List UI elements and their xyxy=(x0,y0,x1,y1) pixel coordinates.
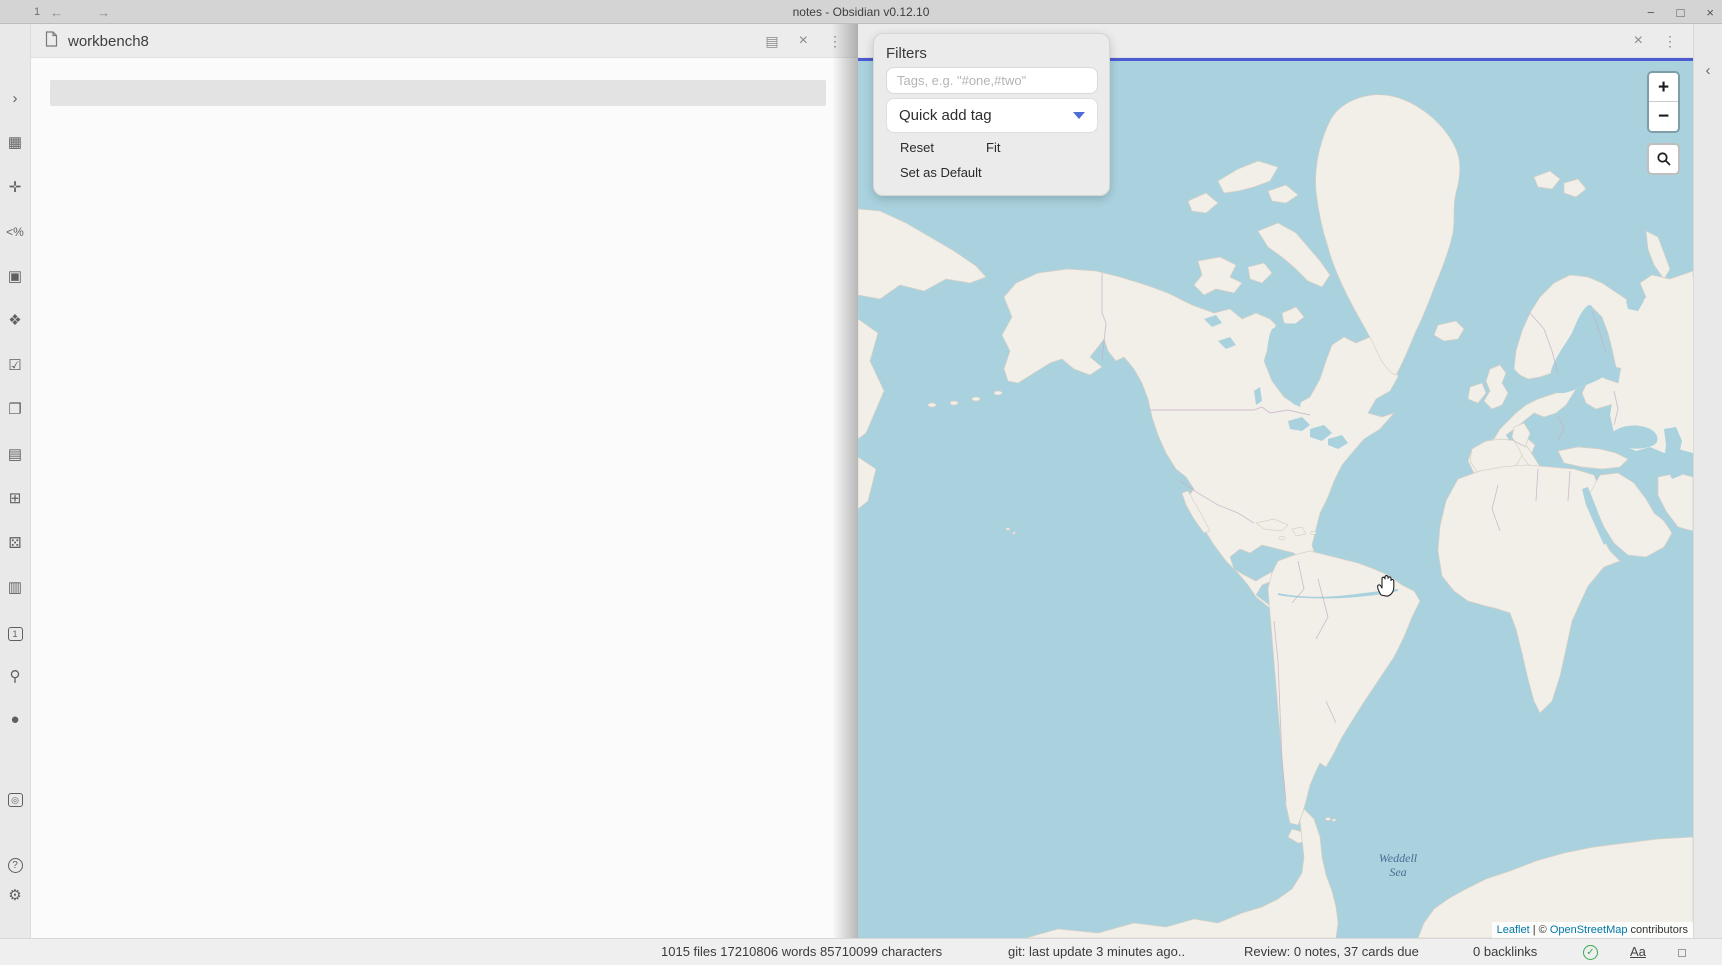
map-search-button[interactable] xyxy=(1647,143,1680,175)
close-pane-icon[interactable]: × xyxy=(799,32,808,50)
graph-icon[interactable]: ❖ xyxy=(0,309,30,333)
file-stats: 1015 files 17210806 words 85710099 chara… xyxy=(661,939,942,965)
map-zoom-control: + − xyxy=(1647,71,1680,133)
git-status[interactable]: git: last update 3 minutes ago.. xyxy=(1008,939,1185,965)
table-settings-icon[interactable]: ▥ xyxy=(0,576,30,600)
review-status[interactable]: Review: 0 notes, 37 cards due xyxy=(1244,939,1419,965)
templater-icon[interactable]: <% xyxy=(0,220,30,244)
chevron-down-icon xyxy=(1073,112,1085,119)
sea-label: Weddell Sea xyxy=(1358,851,1438,879)
osm-link[interactable]: OpenStreetMap xyxy=(1550,924,1628,936)
sync-check-icon[interactable]: ✓ xyxy=(1583,945,1598,960)
empty-block[interactable] xyxy=(50,80,826,106)
copy-document-icon[interactable]: ❐ xyxy=(0,398,30,422)
fit-button[interactable]: Fit xyxy=(986,140,1000,155)
window-title: notes - Obsidian v0.12.10 xyxy=(0,0,1722,24)
search-icon xyxy=(1656,151,1672,167)
tags-filter-input[interactable] xyxy=(886,67,1098,94)
expand-sidebar-icon[interactable]: › xyxy=(0,87,30,111)
close-window-icon[interactable]: × xyxy=(1706,5,1714,20)
dice-icon[interactable]: ⚄ xyxy=(0,532,30,556)
filters-title: Filters xyxy=(886,45,927,62)
quick-add-tag-label: Quick add tag xyxy=(899,107,992,124)
editor-pane: workbench8 ▤ × ⋮ xyxy=(31,24,858,938)
calendar-check-icon[interactable]: ☑ xyxy=(0,354,30,378)
collapse-right-sidebar-icon[interactable]: ‹ xyxy=(1694,62,1722,79)
editor-content[interactable] xyxy=(31,58,858,938)
map-attribution: Leaflet | © OpenStreetMap contributors xyxy=(1492,922,1693,938)
aa-toggle[interactable]: Aa xyxy=(1630,939,1646,965)
pan-move-icon[interactable]: ✛ xyxy=(0,176,30,200)
recorder-icon[interactable]: ◎ xyxy=(0,787,30,811)
leaflet-link[interactable]: Leaflet xyxy=(1497,924,1530,936)
tab-title: workbench8 xyxy=(68,33,149,50)
editor-pane-header: workbench8 ▤ × ⋮ xyxy=(31,24,858,58)
daily-note-icon[interactable]: 1 xyxy=(0,621,30,645)
hand-cursor xyxy=(1375,573,1397,602)
backlinks-count[interactable]: 0 backlinks xyxy=(1473,939,1537,965)
reading-view-icon[interactable]: ▤ xyxy=(765,33,778,50)
help-icon[interactable]: ? xyxy=(0,852,30,876)
map-more-options-icon[interactable]: ⋮ xyxy=(1663,33,1677,50)
quick-add-tag-dropdown[interactable]: Quick add tag xyxy=(886,98,1098,133)
settings-gear-icon[interactable]: ⚙ xyxy=(0,884,30,908)
right-ribbon: ‹ xyxy=(1693,24,1722,938)
minimize-icon[interactable]: − xyxy=(1647,5,1655,20)
status-bar: 1015 files 17210806 words 85710099 chara… xyxy=(0,938,1722,965)
set-as-default-button[interactable]: Set as Default xyxy=(900,165,982,180)
globe-icon[interactable]: ● xyxy=(0,708,30,732)
mini-status-icon[interactable] xyxy=(1678,949,1686,957)
pane-divider-shadow[interactable] xyxy=(832,24,858,938)
pin-icon[interactable]: ⚲ xyxy=(0,665,30,689)
zoom-out-button[interactable]: − xyxy=(1649,102,1678,131)
zoom-in-button[interactable]: + xyxy=(1649,73,1678,102)
slides-icon[interactable]: ▣ xyxy=(0,265,30,289)
window-controls: − □ × xyxy=(1647,0,1714,24)
table-icon[interactable]: ▦ xyxy=(0,131,30,155)
filters-panel: Filters Quick add tag Reset Fit Set as D… xyxy=(873,33,1110,196)
close-map-pane-icon[interactable]: × xyxy=(1634,32,1643,50)
title-bar: 1 ← → notes - Obsidian v0.12.10 − □ × xyxy=(0,0,1722,24)
reset-button[interactable]: Reset xyxy=(900,140,934,155)
blocks-grid-icon[interactable]: ⊞ xyxy=(0,487,30,511)
maximize-icon[interactable]: □ xyxy=(1677,5,1685,20)
card-stack-icon[interactable]: ▤ xyxy=(0,443,30,467)
left-ribbon: › ▦ ✛ <% ▣ ❖ ☑ ❐ ▤ ⊞ ⚄ ▥ 1 ⚲ ● ◎ ? ⚙ xyxy=(0,24,31,938)
file-icon xyxy=(45,31,58,52)
